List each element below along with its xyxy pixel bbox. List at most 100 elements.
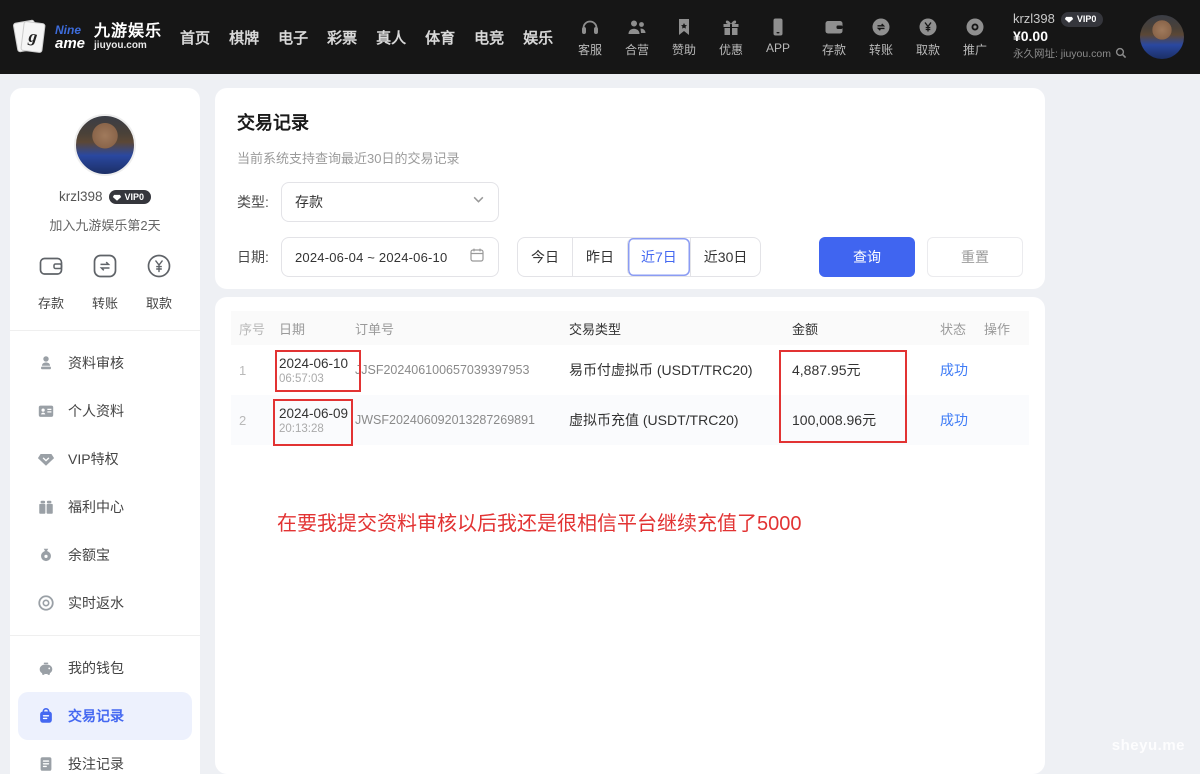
customer-service-button[interactable]: 客服 <box>574 16 606 58</box>
status-link[interactable]: 成功 <box>940 362 968 378</box>
type-label: 类型: <box>237 192 281 212</box>
vip-badge: VIP0 <box>109 190 152 204</box>
quick-actions: 存款 转账 取款 <box>10 234 200 330</box>
reset-button[interactable]: 重置 <box>927 237 1023 277</box>
sidebar-item-yuebao[interactable]: 余额宝 <box>10 531 200 579</box>
headset-icon <box>579 16 601 38</box>
vip-diamond-icon <box>37 450 55 468</box>
nav-esports[interactable]: 电竞 <box>474 27 504 48</box>
calendar-icon <box>469 247 485 268</box>
service-icon-group: 客服 合营 赞助 优惠 APP <box>574 16 794 58</box>
transfer-button[interactable]: 转账 <box>90 251 120 312</box>
sidebar-item-bets[interactable]: 投注记录 <box>10 740 200 774</box>
wallet-icon-group: 存款 转账 取款 推广 <box>818 16 991 58</box>
sidebar-item-personal-info[interactable]: 个人资料 <box>10 387 200 435</box>
sidebar-item-vip[interactable]: VIP特权 <box>10 435 200 483</box>
phone-icon <box>767 16 789 38</box>
date-quick-ranges: 今日 昨日 近7日 近30日 <box>517 237 761 277</box>
transaction-type: 虚拟币充值 (USDT/TRC20) <box>569 410 774 430</box>
sponsor-button[interactable]: 赞助 <box>668 16 700 58</box>
amount: 100,008.96元 <box>774 410 914 430</box>
chevron-down-icon <box>472 193 485 211</box>
range-30days[interactable]: 近30日 <box>690 238 761 276</box>
promotions-button[interactable]: 优惠 <box>715 16 747 58</box>
gift-icon <box>720 16 742 38</box>
logo-domain: jiuyou.com <box>94 40 162 51</box>
piggy-bank-icon <box>37 659 55 677</box>
logo-cn-name: 九游娱乐 <box>94 23 162 41</box>
table-row: 1 2024-06-10 06:57:03 JJSF20240610065703… <box>231 345 1029 395</box>
deposit-icon <box>36 251 66 286</box>
partners-button[interactable]: 合营 <box>621 16 653 58</box>
nav-sports[interactable]: 体育 <box>425 27 455 48</box>
sponsor-icon <box>673 16 695 38</box>
transactions-icon <box>37 707 55 725</box>
nav-chess[interactable]: 棋牌 <box>229 27 259 48</box>
moneybag-icon <box>37 546 55 564</box>
partners-icon <box>626 16 648 38</box>
wallet-icon <box>823 16 845 38</box>
nav-lottery[interactable]: 彩票 <box>327 27 357 48</box>
bets-record-icon <box>37 755 55 773</box>
sidebar-item-wallet[interactable]: 我的钱包 <box>10 644 200 692</box>
sidebar-item-welfare[interactable]: 福利中心 <box>10 483 200 531</box>
profile-card: krzl398 VIP0 加入九游娱乐第2天 存款 转账 取款 <box>10 114 200 330</box>
joined-days: 加入九游娱乐第2天 <box>10 215 200 234</box>
deposit-button-top[interactable]: 存款 <box>818 16 850 58</box>
avatar[interactable] <box>74 114 136 176</box>
type-select[interactable]: 存款 <box>281 182 499 222</box>
vip-badge: VIP0 <box>1061 12 1104 27</box>
nav-entertainment[interactable]: 娱乐 <box>523 27 553 48</box>
logo-nine-text: Nine <box>55 24 85 36</box>
withdraw-button[interactable]: 取款 <box>144 251 174 312</box>
username: krzl398 <box>59 189 103 204</box>
site-logo[interactable]: g Nine ame 九游娱乐 jiuyou.com <box>14 18 162 56</box>
user-info[interactable]: krzl398 VIP0 ¥0.00 永久网址: jiuyou.com <box>1013 11 1127 63</box>
main-nav: 首页 棋牌 电子 彩票 真人 体育 电竞 娱乐 <box>180 27 553 48</box>
username: krzl398 <box>1013 11 1055 27</box>
nav-live[interactable]: 真人 <box>376 27 406 48</box>
type-filter-row: 类型: 存款 <box>237 182 1023 222</box>
annotation-text: 在要我提交资料审核以后我还是很相信平台继续充值了5000 <box>277 507 802 536</box>
withdraw-button-top[interactable]: 取款 <box>912 16 944 58</box>
app-download-button[interactable]: APP <box>762 16 794 58</box>
amount: 4,887.95元 <box>774 360 914 380</box>
nav-slots[interactable]: 电子 <box>278 27 308 48</box>
sidebar: krzl398 VIP0 加入九游娱乐第2天 存款 转账 取款 <box>10 88 200 774</box>
page-title: 交易记录 <box>237 109 1023 135</box>
deposit-button[interactable]: 存款 <box>36 251 66 312</box>
range-yesterday[interactable]: 昨日 <box>572 238 627 276</box>
promote-coin-icon <box>964 16 986 38</box>
date-cell: 2024-06-10 06:57:03 <box>267 356 343 385</box>
date-filter-row: 日期: 2024-06-04 ~ 2024-06-10 今日 昨日 近7日 近3… <box>237 237 1023 277</box>
rebate-icon <box>37 594 55 612</box>
promote-button-top[interactable]: 推广 <box>959 16 991 58</box>
transfer-button-top[interactable]: 转账 <box>865 16 897 58</box>
range-7days[interactable]: 近7日 <box>627 238 690 276</box>
date-label: 日期: <box>237 247 281 267</box>
withdraw-icon <box>144 251 174 286</box>
transfer-coin-icon <box>870 16 892 38</box>
sidebar-item-rebate[interactable]: 实时返水 <box>10 579 200 627</box>
search-icon[interactable] <box>1115 47 1127 63</box>
watermark: sheyu.me <box>1112 737 1185 754</box>
sidebar-item-transactions[interactable]: 交易记录 <box>18 692 192 740</box>
diamond-icon <box>1064 14 1074 24</box>
permanent-url: 永久网址: jiuyou.com <box>1013 48 1111 61</box>
status-link[interactable]: 成功 <box>940 412 968 428</box>
id-card-icon <box>37 402 55 420</box>
order-number: JWSF202406092013287269891 <box>343 413 569 427</box>
sidebar-menu-group-1: 资料审核 个人资料 VIP特权 福利中心 余额宝 实时返水 <box>10 331 200 635</box>
avatar[interactable] <box>1140 15 1184 59</box>
playing-cards-icon: g <box>14 18 48 56</box>
query-button[interactable]: 查询 <box>819 237 915 277</box>
range-today[interactable]: 今日 <box>518 238 572 276</box>
sidebar-item-audit[interactable]: 资料审核 <box>10 339 200 387</box>
sidebar-menu-group-2: 我的钱包 交易记录 投注记录 <box>10 636 200 774</box>
page-subtitle: 当前系统支持查询最近30日的交易记录 <box>237 148 1023 167</box>
nav-home[interactable]: 首页 <box>180 27 210 48</box>
balance: ¥0.00 <box>1013 28 1127 46</box>
transfer-icon <box>90 251 120 286</box>
order-number: JJSF202406100657039397953 <box>343 363 569 377</box>
date-range-input[interactable]: 2024-06-04 ~ 2024-06-10 <box>281 237 499 277</box>
